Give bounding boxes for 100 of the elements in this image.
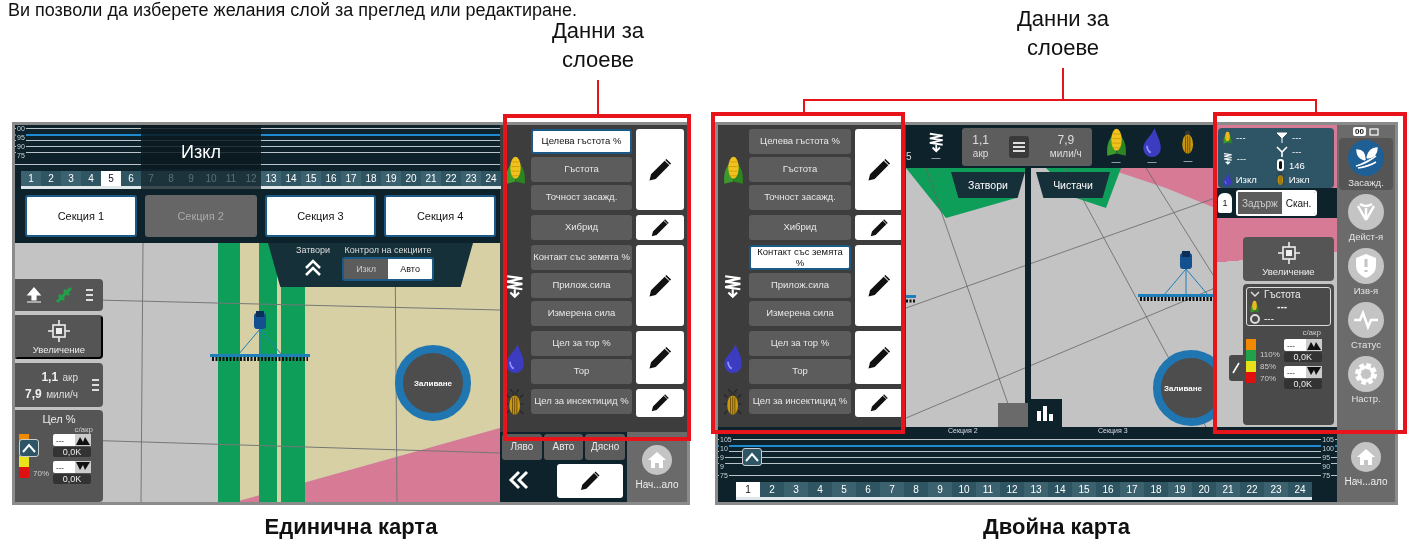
edit-tab[interactable]: [1229, 355, 1243, 381]
row-tab[interactable]: 16: [1096, 482, 1120, 500]
layer-option[interactable]: Цел за инсектицид %: [749, 389, 851, 414]
toggle-option[interactable]: Скан.: [1281, 192, 1316, 214]
row-tab[interactable]: 15: [1072, 482, 1096, 500]
layer-option[interactable]: Гъстота: [531, 157, 632, 182]
limit-field[interactable]: ---: [53, 434, 91, 446]
layer-option[interactable]: Тор: [531, 359, 632, 384]
layer-option[interactable]: Контакт със земята %: [531, 245, 632, 270]
layer-option[interactable]: Тор: [749, 359, 851, 384]
nav-item[interactable]: Изв-я: [1339, 246, 1393, 298]
row-tab[interactable]: 3: [61, 171, 81, 189]
row-tab[interactable]: 18: [1144, 482, 1168, 500]
row-tab[interactable]: 2: [760, 482, 784, 500]
layer-option[interactable]: Цел за тор %: [749, 331, 851, 356]
zoom-button[interactable]: Увеличение: [15, 315, 103, 359]
row-tab[interactable]: 6: [121, 171, 141, 189]
layer-option[interactable]: Прилож.сила: [531, 273, 632, 298]
edit-button[interactable]: [636, 215, 684, 240]
chart-button[interactable]: [1028, 399, 1062, 427]
edit-button[interactable]: [636, 389, 684, 417]
row-tab[interactable]: 8: [904, 482, 928, 500]
row-tab[interactable]: 20: [1192, 482, 1216, 500]
row-tab[interactable]: 22: [1240, 482, 1264, 500]
row-tab[interactable]: 21: [1216, 482, 1240, 500]
row-tab[interactable]: 9: [928, 482, 952, 500]
row-tab[interactable]: 13: [1024, 482, 1048, 500]
toggle-option[interactable]: Задърж: [1238, 192, 1282, 214]
row-tab[interactable]: 21: [421, 171, 441, 189]
chevron-up-button[interactable]: [742, 448, 762, 466]
edit-button[interactable]: [636, 331, 684, 384]
layer-option[interactable]: Измерена сила: [531, 301, 632, 326]
row-tab[interactable]: 6: [856, 482, 880, 500]
row-tab[interactable]: 22: [441, 171, 461, 189]
row-tab[interactable]: 11: [976, 482, 1000, 500]
row-tab[interactable]: 19: [381, 171, 401, 189]
nav-item[interactable]: Настр.: [1339, 354, 1393, 406]
edit-button[interactable]: [636, 129, 684, 210]
limit-field[interactable]: ---: [1283, 339, 1322, 351]
menu-button[interactable]: [1009, 135, 1030, 158]
home-button[interactable]: Нач...ало: [1337, 427, 1395, 502]
row-tab[interactable]: 14: [1048, 482, 1072, 500]
nav-item[interactable]: Дейст-я: [1339, 192, 1393, 244]
edit-button[interactable]: [855, 331, 903, 384]
edit-button[interactable]: [636, 245, 684, 326]
nav-item[interactable]: Статус: [1339, 300, 1393, 352]
row-tab[interactable]: 2: [41, 171, 61, 189]
row-tab[interactable]: 3: [784, 482, 808, 500]
row-tab[interactable]: 4: [81, 171, 101, 189]
section-button[interactable]: Секция 4: [384, 195, 496, 237]
layer-option[interactable]: Целева гъстота %: [531, 129, 632, 154]
row-tab[interactable]: 23: [461, 171, 481, 189]
layer-option[interactable]: Хибрид: [531, 215, 632, 240]
layer-option[interactable]: Гъстота: [749, 157, 851, 182]
row-tab[interactable]: 19: [1168, 482, 1192, 500]
zoom-button[interactable]: Увеличение: [1243, 237, 1334, 281]
section-button[interactable]: Секция 3: [264, 195, 377, 237]
row-tab[interactable]: 24: [481, 171, 501, 189]
row-tab[interactable]: 4: [808, 482, 832, 500]
row-tab[interactable]: 20: [401, 171, 421, 189]
row-tab[interactable]: 10: [952, 482, 976, 500]
row-tab[interactable]: 18: [361, 171, 381, 189]
toggle-option[interactable]: Изкл: [344, 259, 389, 279]
row-tab[interactable]: 14: [281, 171, 301, 189]
map-tab[interactable]: Затвори: [951, 172, 1025, 198]
row-tab[interactable]: 12: [1000, 482, 1024, 500]
edit-button[interactable]: [855, 245, 903, 326]
row-tab[interactable]: 7: [880, 482, 904, 500]
layer-option[interactable]: Точност засажд.: [749, 185, 851, 210]
limit-field[interactable]: ---: [1283, 366, 1322, 378]
layer-option[interactable]: Прилож.сила: [749, 273, 851, 298]
edit-button[interactable]: [855, 129, 903, 210]
nav-item[interactable]: Засажд.: [1339, 138, 1393, 190]
layer-option[interactable]: Целева гъстота %: [749, 129, 851, 154]
layer-option[interactable]: Измерена сила: [749, 301, 851, 326]
row-tab[interactable]: 5: [832, 482, 856, 500]
section-button[interactable]: Секция 1: [25, 195, 137, 237]
row-tab[interactable]: 23: [1264, 482, 1288, 500]
upload-icon[interactable]: [25, 287, 42, 303]
row-tab[interactable]: 24: [1288, 482, 1312, 500]
map-tab[interactable]: Чистачи: [1036, 172, 1110, 198]
edit-button[interactable]: [855, 389, 903, 417]
row-tab[interactable]: 16: [321, 171, 341, 189]
limit-field[interactable]: ---: [53, 461, 91, 473]
row-tab[interactable]: 17: [1120, 482, 1144, 500]
home-button[interactable]: Нач...ало: [627, 432, 687, 502]
layer-option[interactable]: Цел за инсектицид %: [531, 389, 632, 414]
row-tab[interactable]: 1: [21, 171, 41, 189]
row-tab[interactable]: 13: [261, 171, 281, 189]
edit-button[interactable]: [855, 215, 903, 240]
edit-button[interactable]: [557, 464, 623, 498]
row-tab[interactable]: 1: [736, 482, 760, 500]
layer-option[interactable]: Хибрид: [749, 215, 851, 240]
chevron-up-button[interactable]: [19, 439, 39, 457]
layer-option[interactable]: Точност засажд.: [531, 185, 632, 210]
toggle-option[interactable]: Авто: [388, 259, 433, 279]
layer-option[interactable]: Цел за тор %: [531, 331, 632, 356]
layer-option[interactable]: Контакт със земята %: [749, 245, 851, 270]
row-tab[interactable]: 17: [341, 171, 361, 189]
density-card[interactable]: Гъстота --- ---: [1246, 287, 1331, 326]
